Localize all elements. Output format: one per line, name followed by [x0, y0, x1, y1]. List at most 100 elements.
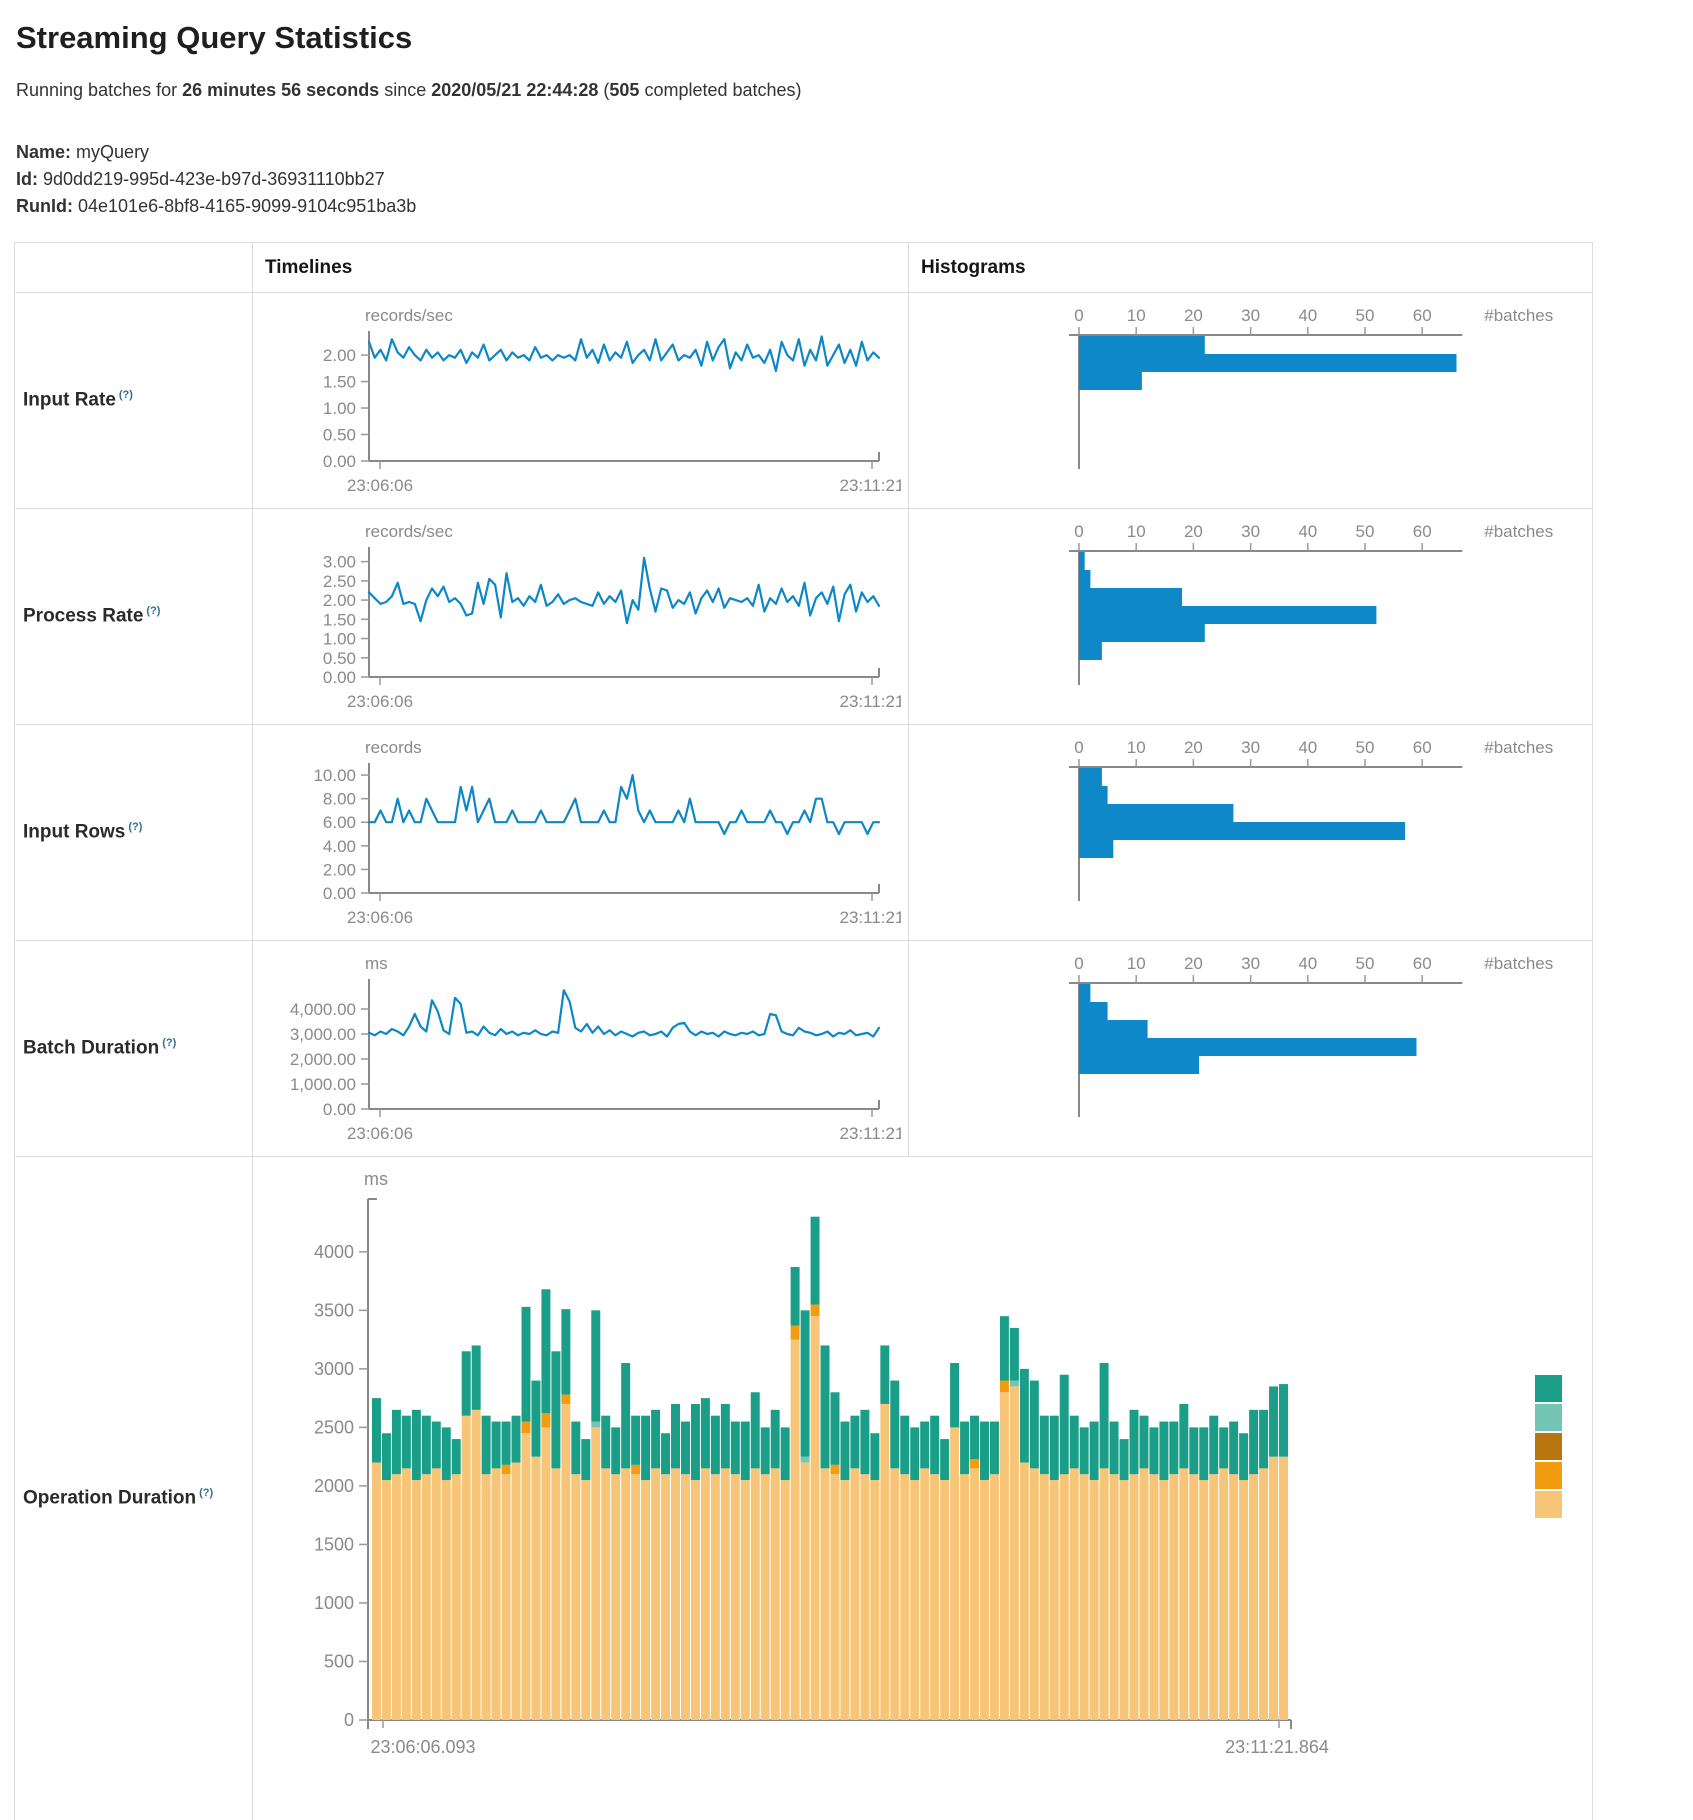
svg-text:0.50: 0.50	[323, 426, 356, 445]
query-id-label: Id:	[16, 169, 38, 189]
legend-swatch	[1535, 1375, 1562, 1402]
svg-text:40: 40	[1298, 306, 1317, 325]
svg-text:3,000.00: 3,000.00	[290, 1025, 356, 1044]
operation-duration-stacked-chart: ms0500100015002000250030003500400023:06:…	[261, 1165, 1581, 1820]
svg-text:60: 60	[1413, 522, 1432, 541]
svg-text:0: 0	[1074, 522, 1083, 541]
svg-text:10: 10	[1127, 522, 1146, 541]
svg-text:#batches: #batches	[1484, 522, 1553, 541]
svg-text:#batches: #batches	[1484, 954, 1553, 973]
header-histograms: Histograms	[909, 243, 1593, 293]
running-batches-summary: Running batches for 26 minutes 56 second…	[16, 80, 1693, 101]
svg-text:23:06:06: 23:06:06	[347, 692, 413, 711]
streaming-query-statistics-page: Streaming Query Statistics Running batch…	[0, 0, 1693, 1820]
svg-text:23:06:06: 23:06:06	[347, 1124, 413, 1143]
svg-text:23:11:21: 23:11:21	[840, 476, 901, 495]
svg-text:1500: 1500	[314, 1534, 354, 1554]
svg-text:50: 50	[1356, 522, 1375, 541]
svg-text:records: records	[365, 738, 422, 757]
query-info-block: Name: myQuery Id: 9d0dd219-995d-423e-b97…	[16, 139, 1693, 220]
completed-batches-count: 505	[609, 80, 639, 100]
header-timelines: Timelines	[253, 243, 909, 293]
svg-text:0: 0	[1074, 954, 1083, 973]
svg-text:2.00: 2.00	[323, 346, 356, 365]
svg-text:records/sec: records/sec	[365, 522, 453, 541]
svg-text:3500: 3500	[314, 1300, 354, 1320]
svg-text:1000: 1000	[314, 1593, 354, 1613]
batch-duration-histogram-chart: 0102030405060#batches	[917, 949, 1583, 1148]
svg-text:500: 500	[324, 1651, 354, 1671]
svg-text:2.00: 2.00	[323, 860, 356, 879]
svg-text:#batches: #batches	[1484, 738, 1553, 757]
table-header-row: Timelines Histograms	[15, 243, 1593, 293]
legend-swatch	[1535, 1462, 1562, 1489]
svg-text:8.00: 8.00	[323, 790, 356, 809]
svg-text:2500: 2500	[314, 1417, 354, 1437]
svg-text:30: 30	[1241, 954, 1260, 973]
svg-text:40: 40	[1298, 954, 1317, 973]
svg-text:#batches: #batches	[1484, 306, 1553, 325]
query-name-label: Name:	[16, 142, 71, 162]
svg-text:10: 10	[1127, 306, 1146, 325]
svg-text:0.50: 0.50	[323, 649, 356, 668]
table-row: Process Rate(?) records/sec0.000.501.001…	[15, 509, 1593, 725]
query-runid-value: 04e101e6-8bf8-4165-9099-9104c951ba3b	[78, 196, 416, 216]
help-tooltip-icon[interactable]: (?)	[162, 1037, 176, 1049]
metric-label-operation-duration: Operation Duration(?)	[15, 1157, 253, 1820]
svg-text:23:11:21: 23:11:21	[840, 692, 901, 711]
svg-text:10: 10	[1127, 954, 1146, 973]
svg-text:3000: 3000	[314, 1359, 354, 1379]
svg-text:0: 0	[1074, 738, 1083, 757]
svg-text:50: 50	[1356, 738, 1375, 757]
svg-text:20: 20	[1184, 738, 1203, 757]
svg-text:23:11:21: 23:11:21	[840, 1124, 901, 1143]
svg-text:1.00: 1.00	[323, 399, 356, 418]
help-tooltip-icon[interactable]: (?)	[119, 389, 133, 401]
page-title: Streaming Query Statistics	[16, 20, 1693, 56]
svg-text:23:06:06: 23:06:06	[347, 908, 413, 927]
help-tooltip-icon[interactable]: (?)	[128, 821, 142, 833]
statistics-table: Timelines Histograms Input Rate(?) recor…	[14, 242, 1593, 1820]
metric-label-process-rate: Process Rate(?)	[15, 509, 253, 725]
svg-text:50: 50	[1356, 954, 1375, 973]
query-runid-label: RunId:	[16, 196, 73, 216]
svg-text:2,000.00: 2,000.00	[290, 1050, 356, 1069]
svg-text:60: 60	[1413, 954, 1432, 973]
input-rows-histogram-chart: 0102030405060#batches	[917, 733, 1583, 932]
svg-text:0.00: 0.00	[323, 452, 356, 471]
svg-text:0.00: 0.00	[323, 884, 356, 903]
svg-text:4.00: 4.00	[323, 837, 356, 856]
summary-paren: (	[598, 80, 609, 100]
legend-swatch	[1535, 1404, 1562, 1431]
svg-text:23:06:06: 23:06:06	[347, 476, 413, 495]
svg-text:10.00: 10.00	[313, 766, 356, 785]
query-id-value: 9d0dd219-995d-423e-b97d-36931110bb27	[43, 169, 385, 189]
svg-text:10: 10	[1127, 738, 1146, 757]
svg-text:2.50: 2.50	[323, 572, 356, 591]
svg-text:20: 20	[1184, 306, 1203, 325]
metric-label-input-rate: Input Rate(?)	[15, 293, 253, 509]
svg-text:30: 30	[1241, 306, 1260, 325]
legend-swatch	[1535, 1491, 1562, 1518]
query-id-line: Id: 9d0dd219-995d-423e-b97d-36931110bb27	[16, 166, 1693, 193]
svg-text:2000: 2000	[314, 1476, 354, 1496]
query-runid-line: RunId: 04e101e6-8bf8-4165-9099-9104c951b…	[16, 193, 1693, 220]
svg-text:ms: ms	[365, 954, 388, 973]
help-tooltip-icon[interactable]: (?)	[199, 1487, 213, 1499]
help-tooltip-icon[interactable]: (?)	[146, 605, 160, 617]
batch-duration-timeline-chart: ms0.001,000.002,000.003,000.004,000.0023…	[261, 949, 901, 1148]
svg-text:50: 50	[1356, 306, 1375, 325]
table-row: Operation Duration(?) ms0500100015002000…	[15, 1157, 1593, 1820]
input-rate-histogram-chart: 0102030405060#batches	[917, 301, 1583, 500]
input-rate-timeline-chart: records/sec0.000.501.001.502.0023:06:062…	[261, 301, 901, 500]
summary-prefix: Running batches for	[16, 80, 182, 100]
svg-text:1,000.00: 1,000.00	[290, 1075, 356, 1094]
svg-text:1.50: 1.50	[323, 373, 356, 392]
svg-text:1.50: 1.50	[323, 610, 356, 629]
svg-text:30: 30	[1241, 738, 1260, 757]
svg-text:0: 0	[1074, 306, 1083, 325]
table-row: Input Rate(?) records/sec0.000.501.001.5…	[15, 293, 1593, 509]
svg-text:23:11:21: 23:11:21	[840, 908, 901, 927]
table-row: Batch Duration(?) ms0.001,000.002,000.00…	[15, 941, 1593, 1157]
query-name-line: Name: myQuery	[16, 139, 1693, 166]
